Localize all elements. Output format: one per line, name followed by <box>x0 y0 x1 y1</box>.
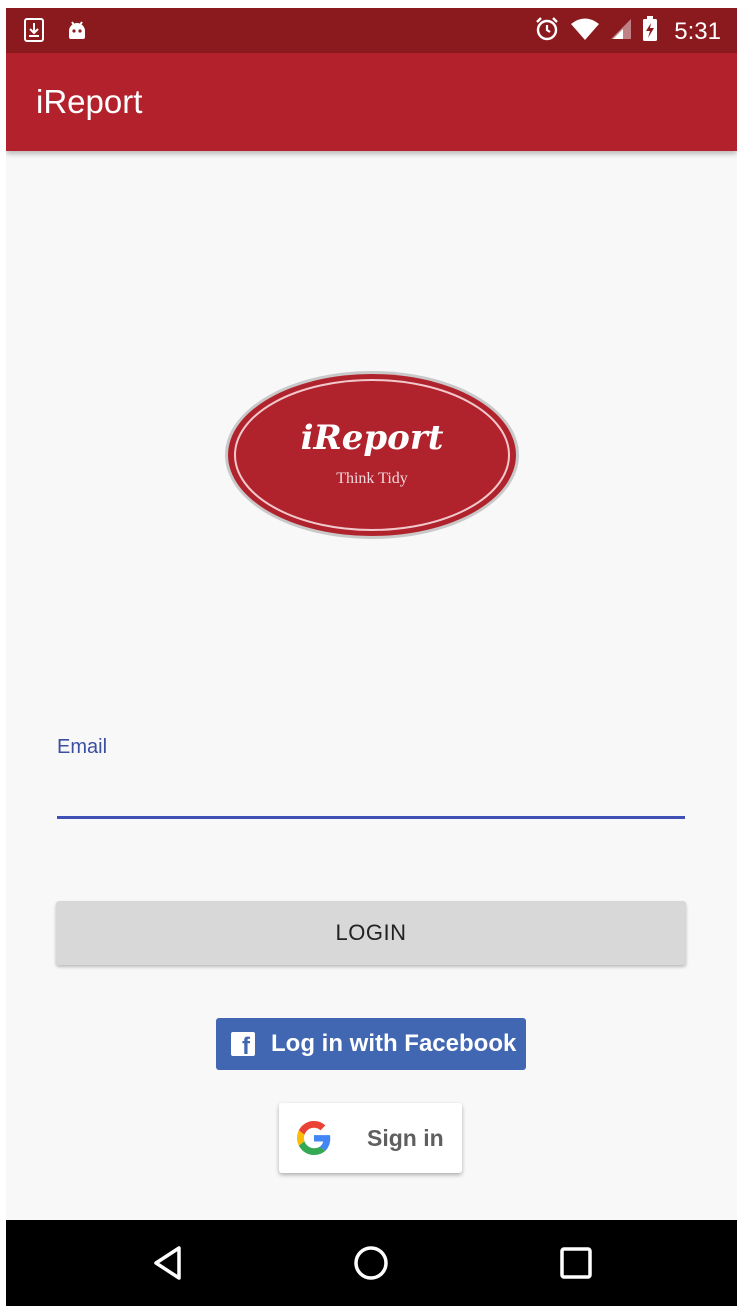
google-icon <box>297 1121 331 1155</box>
home-icon[interactable] <box>350 1242 392 1284</box>
back-icon[interactable] <box>148 1242 190 1284</box>
recents-icon[interactable] <box>555 1242 597 1284</box>
alarm-icon <box>534 16 560 47</box>
facebook-login-button[interactable]: f Log in with Facebook <box>216 1018 526 1070</box>
facebook-icon: f <box>231 1032 255 1056</box>
email-label: Email <box>57 736 108 758</box>
android-icon <box>66 19 88 46</box>
app-title: iReport <box>36 83 143 120</box>
status-left <box>24 18 88 47</box>
facebook-button-label: Log in with Facebook <box>271 1030 517 1057</box>
login-button[interactable]: LOGIN <box>56 901 686 965</box>
logo-tagline: Think Tidy <box>336 470 408 487</box>
status-bar: 5:31 <box>6 8 737 53</box>
battery-charging-icon <box>642 16 658 47</box>
status-time: 5:31 <box>674 17 721 45</box>
google-signin-button[interactable]: Sign in <box>279 1103 462 1173</box>
wifi-icon <box>570 17 600 46</box>
navigation-bar <box>6 1220 737 1306</box>
status-right: 5:31 <box>534 16 721 47</box>
download-icon <box>24 18 44 47</box>
login-button-label: LOGIN <box>335 920 407 945</box>
app-bar: iReport <box>6 53 737 151</box>
app-logo: iReport Think Tidy <box>224 370 520 540</box>
email-field[interactable] <box>57 770 685 819</box>
google-button-label: Sign in <box>367 1124 444 1151</box>
logo-name: iReport <box>300 418 444 458</box>
signal-icon <box>610 17 632 46</box>
device-screen: 5:31 iReport iReport Think Tidy Email LO… <box>6 8 737 1306</box>
